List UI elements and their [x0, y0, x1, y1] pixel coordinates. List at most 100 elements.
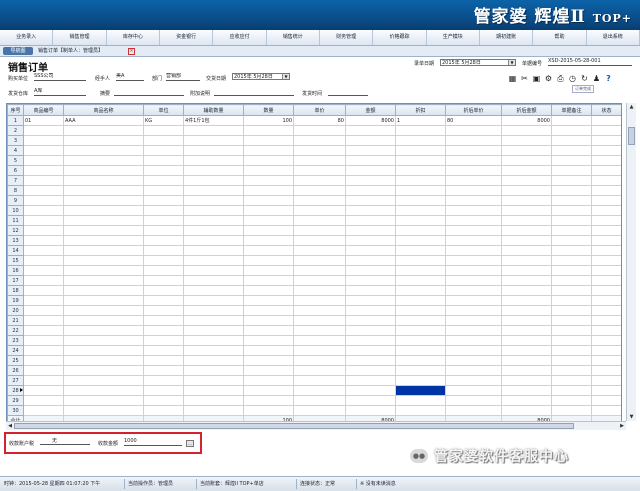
table-row[interactable]: 13 — [7, 235, 621, 246]
table-row[interactable]: 1 01 AAA KG 4件1斤1包 100 80 8000 1 80 8000 — [7, 115, 621, 126]
grid-cell[interactable] — [143, 365, 184, 376]
grid-cell[interactable]: 4件1斤1包 — [183, 115, 244, 126]
grid-cell[interactable] — [345, 285, 396, 296]
grid-cell[interactable] — [293, 285, 346, 296]
grid-cell[interactable] — [501, 205, 552, 216]
grid-cell[interactable] — [23, 135, 64, 146]
grid-cell[interactable] — [395, 185, 446, 196]
user-icon[interactable]: ♟ — [592, 74, 601, 83]
grid-cell[interactable] — [293, 135, 346, 146]
grid-cell[interactable] — [23, 225, 64, 236]
grid-cell[interactable] — [143, 135, 184, 146]
grid-cell[interactable] — [591, 265, 621, 276]
grid-cell[interactable] — [551, 345, 592, 356]
grid-cell[interactable]: 8000 — [345, 115, 396, 126]
grid-cell[interactable] — [143, 245, 184, 256]
grid-cell[interactable] — [23, 275, 64, 286]
grid-cell[interactable] — [23, 385, 64, 396]
grid-cell[interactable] — [395, 385, 446, 396]
grid-cell[interactable] — [243, 275, 294, 286]
grid-cell[interactable] — [293, 345, 346, 356]
grid-cell[interactable] — [143, 265, 184, 276]
grid-cell[interactable] — [551, 375, 592, 386]
grid-cell[interactable] — [551, 275, 592, 286]
table-row[interactable]: 30 — [7, 405, 621, 416]
grid-cell[interactable] — [551, 395, 592, 406]
grid-cell[interactable] — [345, 325, 396, 336]
grid-cell[interactable] — [183, 265, 244, 276]
grid-cell[interactable] — [591, 285, 621, 296]
table-row[interactable]: 16 — [7, 265, 621, 276]
grid-cell[interactable] — [63, 215, 144, 226]
grid-cell[interactable] — [345, 235, 396, 246]
grid-cell[interactable] — [143, 125, 184, 136]
scroll-up-icon[interactable]: ▲ — [627, 103, 636, 111]
table-row[interactable]: 23 — [7, 335, 621, 346]
column-header[interactable]: 商品名称 — [63, 104, 144, 116]
grid-cell[interactable] — [243, 385, 294, 396]
grid-cell[interactable] — [143, 355, 184, 366]
grid-cell[interactable] — [395, 215, 446, 226]
grid-cell[interactable] — [293, 225, 346, 236]
grid-cell[interactable] — [445, 145, 502, 156]
grid-cell[interactable] — [395, 395, 446, 406]
grid-cell[interactable] — [591, 215, 621, 226]
grid-cell[interactable] — [395, 365, 446, 376]
grid-cell[interactable] — [23, 405, 64, 416]
grid-cell[interactable] — [445, 205, 502, 216]
grid-cell[interactable] — [445, 365, 502, 376]
grid-cell[interactable] — [591, 205, 621, 216]
grid-cell[interactable] — [23, 375, 64, 386]
table-row[interactable]: 21 — [7, 315, 621, 326]
grid-cell[interactable] — [183, 245, 244, 256]
grid-cell[interactable] — [23, 365, 64, 376]
dept-field[interactable]: 营销部 — [166, 73, 200, 81]
grid-cell[interactable] — [591, 235, 621, 246]
grid-cell[interactable] — [143, 225, 184, 236]
grid-cell[interactable] — [591, 155, 621, 166]
table-row[interactable]: 24 — [7, 345, 621, 356]
grid-cell[interactable] — [445, 225, 502, 236]
grid-cell[interactable] — [23, 195, 64, 206]
grid-cell[interactable] — [23, 315, 64, 326]
grid-cell[interactable] — [551, 255, 592, 266]
grid-cell[interactable]: 80 — [293, 115, 346, 126]
grid-cell[interactable] — [63, 225, 144, 236]
grid-cell[interactable] — [243, 295, 294, 306]
grid-cell[interactable] — [23, 305, 64, 316]
grid-cell[interactable] — [143, 205, 184, 216]
grid-cell[interactable] — [445, 385, 502, 396]
grid-cell[interactable] — [23, 175, 64, 186]
grid-cell[interactable] — [23, 285, 64, 296]
grid-cell[interactable] — [395, 325, 446, 336]
grid-cell[interactable] — [501, 185, 552, 196]
table-row[interactable]: 17 — [7, 275, 621, 286]
grid-cell[interactable] — [243, 335, 294, 346]
grid-cell[interactable] — [345, 345, 396, 356]
scroll-right-icon[interactable]: ▶ — [618, 422, 626, 430]
grid-cell[interactable] — [243, 265, 294, 276]
grid-cell[interactable] — [293, 325, 346, 336]
grid-cell[interactable] — [293, 195, 346, 206]
menu-item[interactable]: 帮助 — [533, 30, 587, 45]
grid-cell[interactable] — [501, 135, 552, 146]
column-header[interactable]: 折扣 — [395, 104, 446, 116]
hscroll-thumb[interactable] — [14, 423, 574, 429]
grid-cell[interactable] — [143, 255, 184, 266]
grid-cell[interactable] — [591, 135, 621, 146]
grid-cell[interactable] — [243, 365, 294, 376]
grid-cell[interactable] — [293, 335, 346, 346]
menu-item[interactable]: 期初建账 — [480, 30, 534, 45]
grid-cell[interactable] — [293, 145, 346, 156]
grid-cell[interactable]: 100 — [243, 115, 294, 126]
grid-cell[interactable] — [445, 185, 502, 196]
grid-cell[interactable] — [243, 315, 294, 326]
grid-cell[interactable] — [243, 235, 294, 246]
grid-cell[interactable] — [243, 245, 294, 256]
table-row[interactable]: 14 — [7, 245, 621, 256]
grid-cell[interactable] — [293, 275, 346, 286]
grid-cell[interactable] — [501, 245, 552, 256]
doc-no-field[interactable]: XSD-2015-05-28-001 — [548, 58, 632, 66]
help-icon[interactable]: ? — [604, 74, 613, 83]
table-row[interactable]: 6 — [7, 165, 621, 176]
